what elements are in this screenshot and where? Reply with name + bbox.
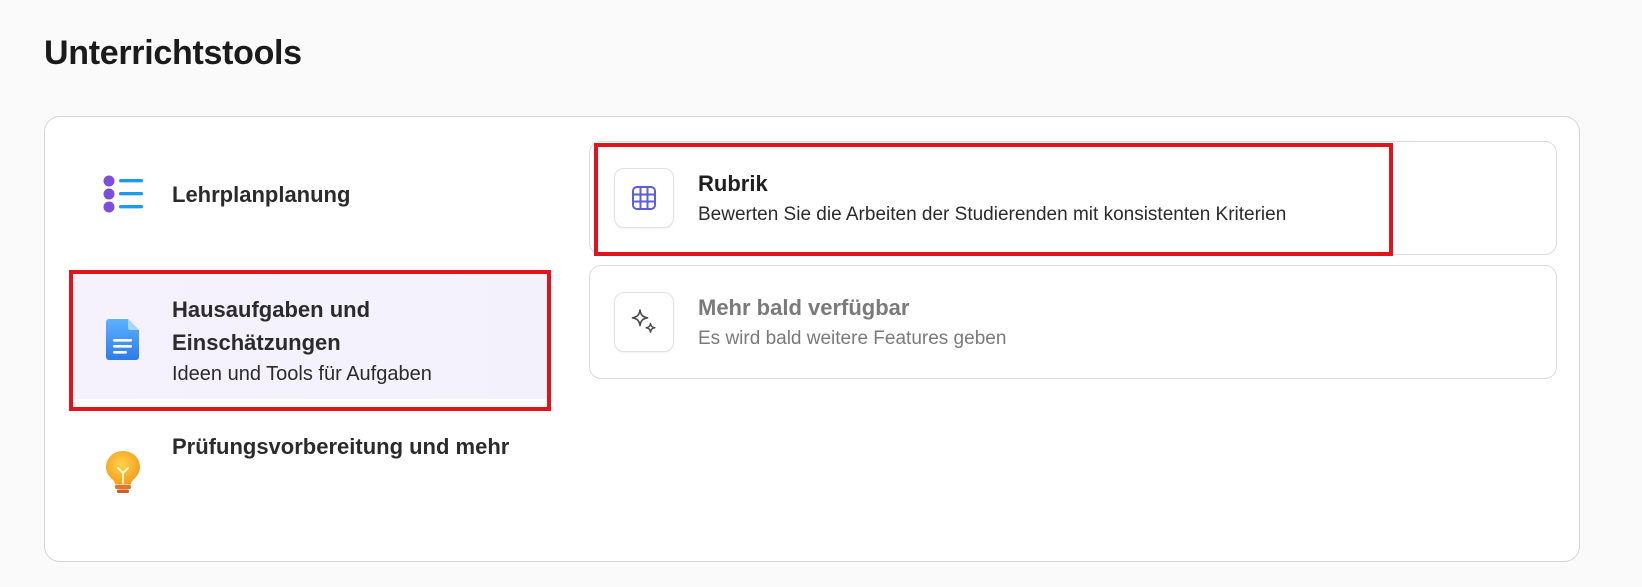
category-lehrplanplanung[interactable]: Lehrplanplanung — [71, 139, 549, 251]
tool-rubrik[interactable]: Rubrik Bewerten Sie die Arbeiten der Stu… — [589, 141, 1557, 255]
tool-title: Rubrik — [698, 171, 768, 196]
tool-title: Mehr bald verfügbar — [698, 295, 910, 320]
tool-text: Rubrik Bewerten Sie die Arbeiten der Stu… — [698, 168, 1286, 230]
category-label: Lehrplanplanung — [172, 182, 351, 207]
lightbulb-icon — [101, 450, 145, 494]
tool-text: Mehr bald verfügbar Es wird bald weitere… — [698, 292, 1006, 354]
tool-description: Bewerten Sie die Arbeiten der Studierend… — [698, 204, 1287, 225]
document-icon — [101, 317, 145, 361]
tools-panel: Lehrplanplanung Hausaufgaben und Einschä… — [44, 116, 1580, 562]
tool-mehr-bald-verfuegbar: Mehr bald verfügbar Es wird bald weitere… — [589, 265, 1557, 379]
category-text: Lehrplanplanung — [172, 178, 529, 211]
category-text: Prüfungsvorbereitung und mehr — [172, 430, 529, 463]
category-label: Hausaufgaben und Einschätzungen — [172, 297, 371, 355]
page-title: Unterrichtstools — [44, 34, 302, 72]
grid-icon — [614, 168, 674, 228]
tool-description: Es wird bald weitere Features geben — [698, 328, 1007, 349]
category-label: Prüfungsvorbereitung und mehr — [172, 434, 510, 459]
category-hausaufgaben[interactable]: Hausaufgaben und Einschätzungen Ideen un… — [71, 273, 549, 399]
category-text: Hausaufgaben und Einschätzungen Ideen un… — [172, 293, 529, 389]
page: Unterrichtstools Lehrplanplanung Hausauf… — [0, 0, 1642, 587]
category-pruefungsvorbereitung[interactable]: Prüfungsvorbereitung und mehr — [71, 411, 549, 537]
list-icon — [101, 173, 145, 217]
category-subtitle: Ideen und Tools für Aufgaben — [172, 363, 432, 385]
sparkle-icon — [614, 292, 674, 352]
